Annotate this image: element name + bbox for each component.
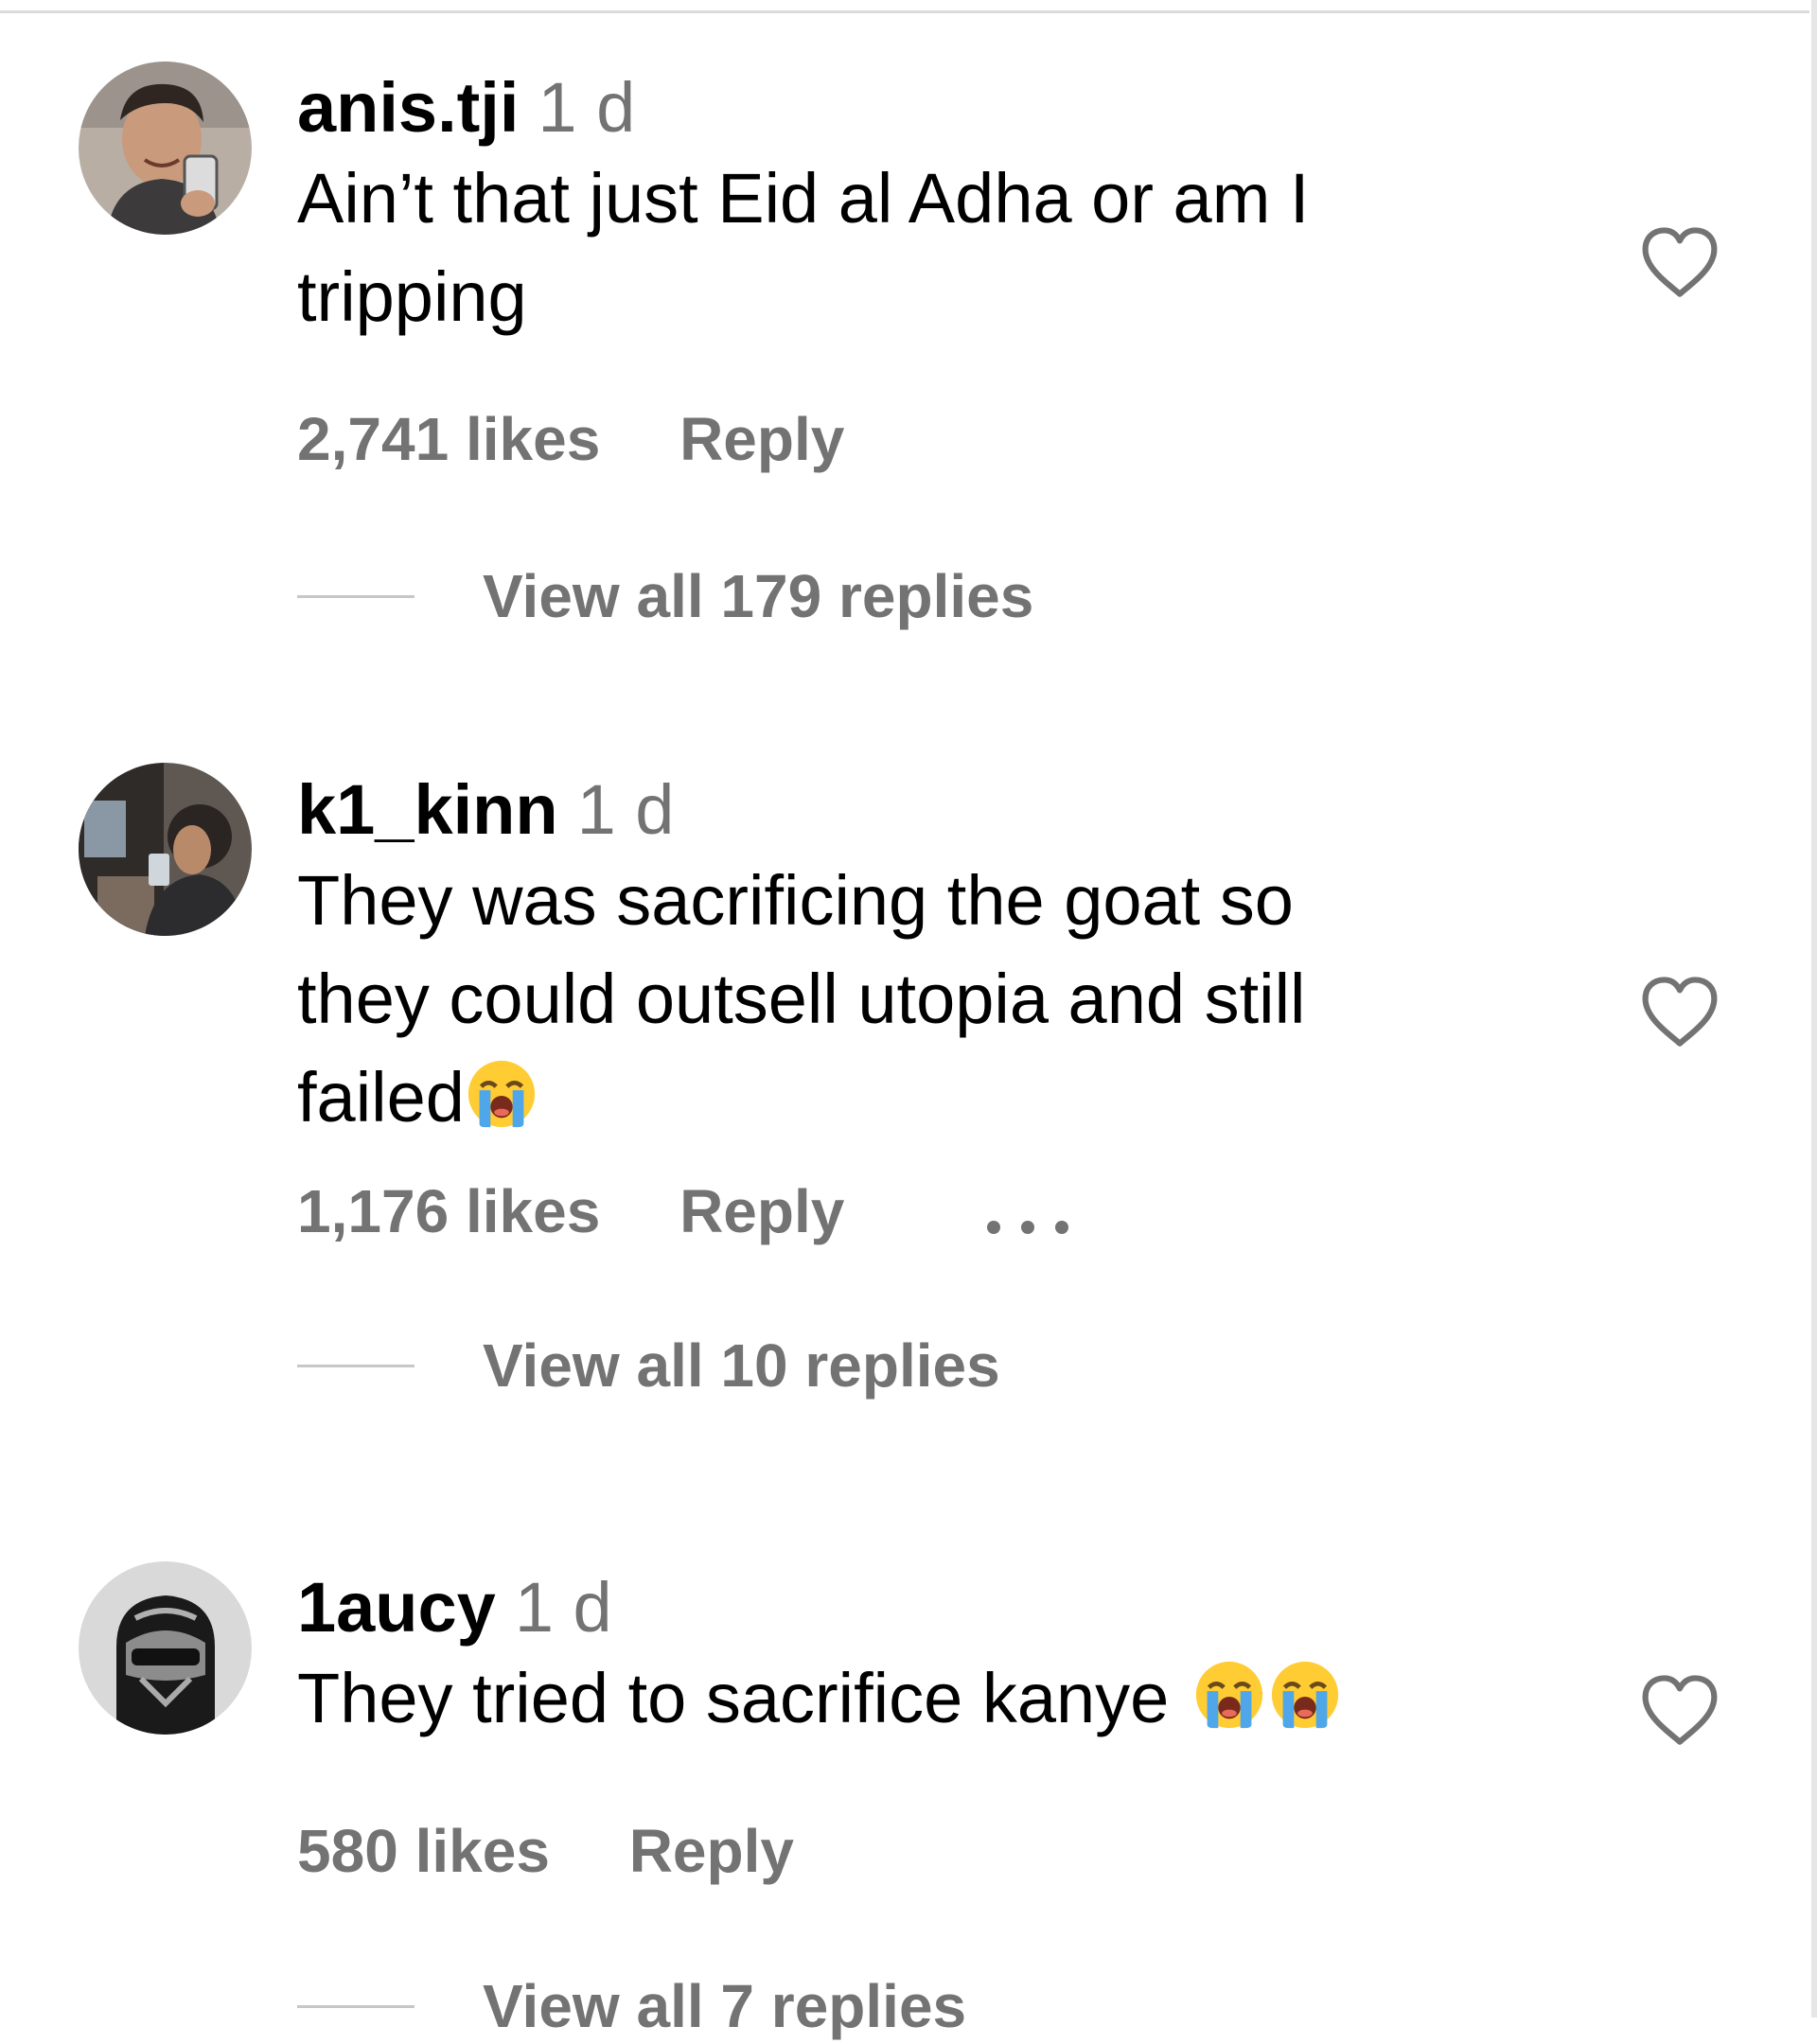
replies-divider-line — [297, 1364, 415, 1367]
view-replies-button[interactable]: View all 10 replies — [297, 1328, 1000, 1403]
comment-text-segment: failed — [297, 1058, 465, 1137]
comment-text-line: They was sacrificing the goat so — [297, 861, 1294, 940]
more-horizontal-icon — [987, 1221, 1069, 1235]
more-options-button[interactable] — [984, 1178, 1071, 1254]
comment-text: They was sacrificing the goat so they co… — [297, 852, 1490, 1147]
reply-button[interactable]: Reply — [679, 401, 844, 477]
likes-count[interactable]: 580 likes — [297, 1813, 550, 1889]
likes-count[interactable]: 2,741 likes — [297, 401, 600, 477]
comment-text-line-with-emoji: failed — [297, 1048, 1490, 1147]
timestamp: 1 d — [538, 68, 636, 147]
view-replies-label: View all 10 replies — [483, 1331, 1000, 1400]
reply-button[interactable]: Reply — [679, 1173, 844, 1249]
loudly-crying-face-emoji — [1271, 1661, 1338, 1729]
comment-actions: 1,176 likes Reply — [297, 1173, 1071, 1249]
reply-button[interactable]: Reply — [629, 1813, 794, 1889]
comment-text-line: tripping — [297, 257, 527, 336]
comment-body: k1_kinn 1 d They was sacrificing the goat… — [297, 768, 1809, 1400]
comment-header: 1aucy 1 d — [297, 1566, 1809, 1649]
avatar-photo — [79, 62, 252, 235]
username[interactable]: k1_kinn — [297, 770, 558, 849]
loudly-crying-face-emoji — [1195, 1661, 1262, 1729]
avatar[interactable] — [79, 1561, 252, 1735]
heart-outline-icon[interactable] — [1637, 1673, 1722, 1749]
replies-divider-line — [297, 594, 415, 598]
view-replies-label: View all 179 replies — [483, 562, 1034, 630]
comment-text: Ain’t that just Eid al Adha or am I trip… — [297, 150, 1490, 346]
username[interactable]: anis.tji — [297, 68, 519, 147]
avatar[interactable] — [79, 62, 252, 235]
scroll-edge — [1811, 0, 1817, 2018]
avatar[interactable] — [79, 763, 252, 936]
top-divider — [0, 0, 1809, 13]
comment-actions: 580 likes Reply — [297, 1813, 794, 1889]
heart-outline-icon[interactable] — [1637, 225, 1722, 301]
avatar-photo — [79, 763, 252, 936]
timestamp: 1 d — [576, 770, 675, 849]
comment-text-line-with-emoji: They tried to sacrifice kanye — [297, 1649, 1490, 1748]
comment-header: anis.tji 1 d — [297, 66, 1809, 150]
comment-body: anis.tji 1 d Ain’t that just Eid al Adha … — [297, 66, 1809, 630]
comment-text-line: Ain’t that just Eid al Adha or am I — [297, 159, 1310, 238]
comment-header: k1_kinn 1 d — [297, 768, 1809, 852]
comment-text-line: they could outsell utopia and still — [297, 960, 1306, 1038]
heart-outline-icon[interactable] — [1637, 975, 1722, 1050]
comment-actions: 2,741 likes Reply — [297, 401, 844, 477]
avatar-photo — [79, 1561, 252, 1735]
view-replies-button[interactable]: View all 179 replies — [297, 558, 1033, 634]
loudly-crying-face-emoji — [467, 1060, 536, 1128]
comment-body: 1aucy1 d They tried to sacrifice kanye — [297, 1566, 1809, 2040]
view-replies-button[interactable]: View all 7 replies — [297, 1968, 966, 2044]
comment-text: They tried to sacrifice kanye — [297, 1649, 1490, 1748]
comment-text-segment: They tried to sacrifice kanye — [297, 1659, 1189, 1737]
likes-count[interactable]: 1,176 likes — [297, 1173, 600, 1249]
username[interactable]: 1aucy — [297, 1568, 496, 1647]
replies-divider-line — [297, 2004, 415, 2008]
view-replies-label: View all 7 replies — [483, 1972, 967, 2040]
timestamp: 1 d — [514, 1568, 612, 1647]
